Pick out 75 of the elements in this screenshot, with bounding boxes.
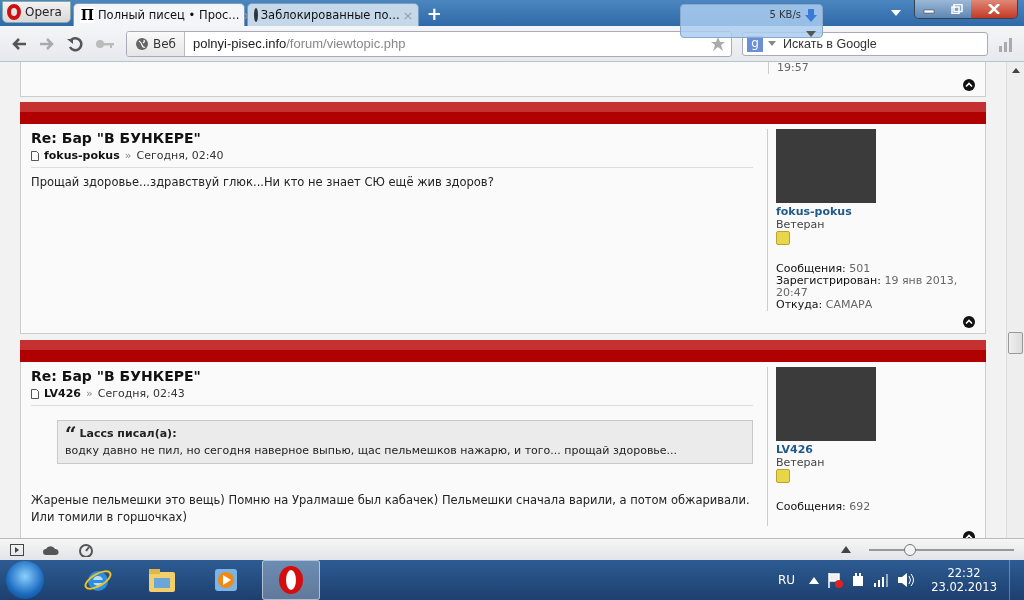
- quote-author: Laccs писал(а):: [79, 427, 177, 440]
- taskbar-app[interactable]: [262, 560, 320, 600]
- post-author[interactable]: fokus-pokus: [44, 149, 120, 162]
- profile-field: Откуда: САМАРА: [776, 299, 975, 311]
- zoom-slider[interactable]: [869, 543, 1014, 556]
- post-title[interactable]: Re: Бар "В БУНКЕРЕ": [31, 129, 753, 146]
- minimize-icon[interactable]: [915, 0, 943, 18]
- new-tab-button[interactable]: +: [420, 2, 448, 24]
- signal-bars-icon[interactable]: [873, 573, 890, 587]
- play-icon: [212, 566, 240, 594]
- power-plug-icon[interactable]: [851, 572, 866, 588]
- profile-field: Зарегистрирован: 19 янв 2013, 20:47: [776, 275, 975, 299]
- separator: »: [124, 149, 132, 162]
- star-icon[interactable]: [710, 35, 726, 52]
- separator: »: [86, 387, 93, 400]
- post-author[interactable]: LV426: [44, 387, 81, 400]
- download-speed: 5 KB/s: [769, 8, 801, 20]
- scrollbar-thumb[interactable]: [1008, 332, 1023, 354]
- panel-toggle-icon[interactable]: [10, 543, 24, 556]
- scroll-up-icon[interactable]: [1011, 68, 1020, 74]
- profile-field: Сообщения: 501: [776, 263, 975, 275]
- download-widget[interactable]: 5 KB/s: [680, 4, 823, 38]
- post-title[interactable]: Re: Бар "В БУНКЕРЕ": [31, 367, 753, 384]
- scrollbar[interactable]: [1006, 62, 1024, 538]
- quote-text: водку давно не пил, но сегодня наверное выпью, щас пельмешков нажарю, и того... прощай здоровье...: [65, 444, 679, 457]
- cloud-icon[interactable]: [42, 543, 60, 556]
- tray-expand-icon[interactable]: [809, 576, 820, 584]
- url-path: /forum/viewtopic.php: [286, 36, 406, 51]
- profile-username[interactable]: fokus-pokus: [776, 205, 975, 218]
- language-indicator[interactable]: RU: [778, 573, 796, 587]
- url-domain: polnyi-pisec.info: [193, 36, 287, 51]
- caret-icon[interactable]: [768, 40, 776, 47]
- address-field[interactable]: Веб polnyi-pisec.info/forum/viewtopic.php: [126, 30, 732, 57]
- flag-icon[interactable]: [827, 572, 844, 588]
- close-window-icon[interactable]: [971, 0, 1017, 18]
- speaker-icon[interactable]: [897, 572, 916, 588]
- browser-tab[interactable]: Заблокированные по... ×: [246, 3, 419, 26]
- post-date: Сегодня, 02:43: [97, 387, 185, 400]
- opera-logo-icon: [7, 4, 21, 20]
- back-to-top-icon[interactable]: [963, 79, 975, 91]
- opera-menu-button[interactable]: Opera: [2, 1, 71, 23]
- profile-field: Сообщения: 692: [776, 501, 975, 513]
- maximize-icon[interactable]: [943, 0, 971, 18]
- quote-mark: “: [65, 427, 77, 440]
- clock-time[interactable]: 22:32: [947, 566, 981, 580]
- user-rank: Ветеран: [776, 218, 826, 231]
- profile-username[interactable]: LV426: [776, 443, 975, 456]
- folder-icon: [147, 566, 177, 594]
- speedometer-icon[interactable]: [78, 542, 94, 557]
- post-date: Сегодня, 02:40: [136, 149, 224, 162]
- document-icon[interactable]: [31, 388, 39, 399]
- site-favicon: П: [79, 7, 95, 23]
- tab-menu-icon[interactable]: [890, 9, 902, 17]
- tab-title: Полный писец • Прос...: [97, 8, 240, 22]
- site-favicon-icon: [253, 8, 258, 22]
- o-logo-icon: [277, 565, 305, 595]
- reload-icon[interactable]: [66, 35, 84, 52]
- clock-date[interactable]: 23.02.2013: [931, 580, 997, 594]
- user-rank: Ветеран: [776, 456, 826, 469]
- tab-title: Заблокированные по...: [260, 8, 400, 22]
- rank-icon: [776, 469, 790, 483]
- triangle-up-icon[interactable]: [841, 546, 851, 553]
- post-text: Жареные пельмешки это вещь) Помню на Уралмаше был кабачек) Пельмешки сначала варили, а потом обжаривали. Или томили в горшочках): [31, 492, 751, 526]
- back-to-top-icon[interactable]: [963, 316, 975, 328]
- document-icon[interactable]: [31, 150, 39, 161]
- profile-text: 19:57: [777, 62, 809, 74]
- download-arrow-icon[interactable]: [804, 7, 818, 37]
- post-text: Прощай здоровье...здравствуй глюк...Ни кто не знает СЮ ещё жив здоров?: [31, 174, 495, 191]
- zoom-slider-thumb[interactable]: [903, 543, 916, 556]
- start-button[interactable]: [6, 561, 44, 599]
- globe-icon: [135, 36, 149, 51]
- web-label: Веб: [153, 36, 176, 51]
- web-badge[interactable]: Веб: [127, 31, 185, 56]
- rank-icon: [776, 231, 790, 245]
- back-arrow-icon[interactable]: [10, 35, 28, 52]
